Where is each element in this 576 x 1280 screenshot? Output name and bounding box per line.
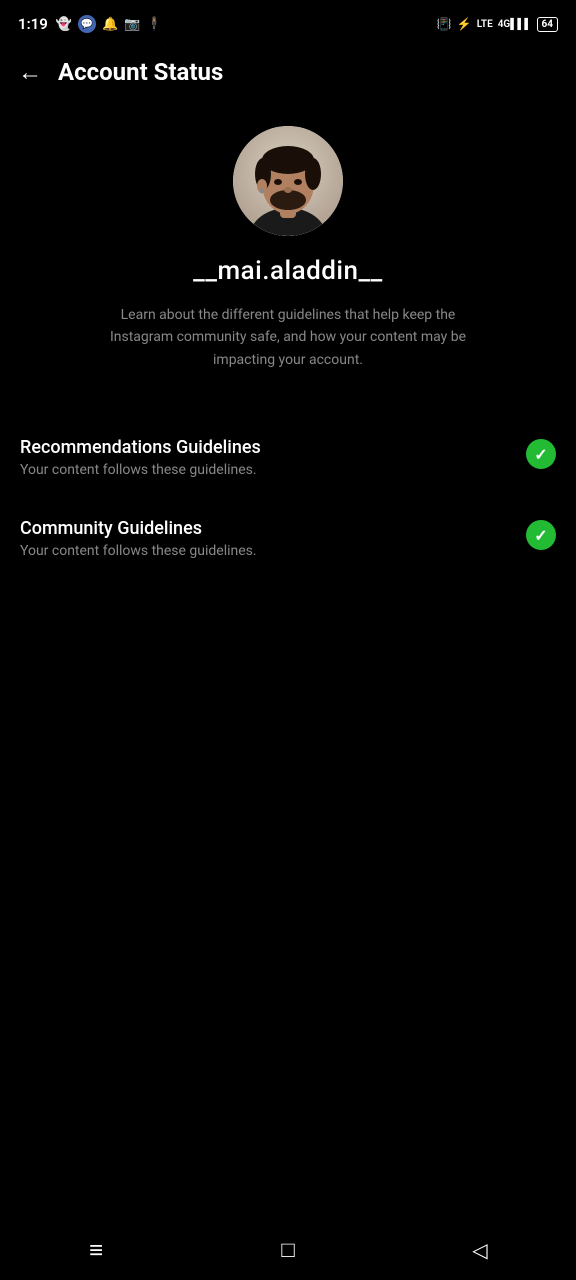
status-bar-left: 1:19 👻 💬 🔔 📷 🕴: [18, 15, 163, 33]
signal-icon: 4G▌▌▌: [498, 19, 532, 30]
status-icons-right: 📳 ⚡ LTE 4G▌▌▌ 64: [437, 17, 558, 32]
person-icon: 🕴: [146, 17, 162, 32]
avatar-image: [233, 126, 343, 236]
status-bar: 1:19 👻 💬 🔔 📷 🕴 📳 ⚡ LTE 4G▌▌▌ 64: [0, 0, 576, 44]
back-button[interactable]: ←: [18, 60, 42, 84]
recommendations-status-icon: [526, 439, 556, 469]
community-subtitle: Your content follows these guidelines.: [20, 543, 510, 559]
recommendations-text: Recommendations Guidelines Your content …: [20, 437, 510, 478]
guidelines-section: Recommendations Guidelines Your content …: [0, 391, 576, 595]
username: __mai.aladdin__: [193, 256, 383, 286]
page-header: ← Account Status: [0, 44, 576, 96]
bluetooth-icon: ⚡: [457, 17, 472, 31]
status-time: 1:19: [18, 15, 48, 33]
recommendations-guideline: Recommendations Guidelines Your content …: [20, 421, 556, 494]
alert-icon: 🔔: [102, 17, 118, 32]
profile-section: __mai.aladdin__ Learn about the differen…: [0, 96, 576, 391]
community-guideline: Community Guidelines Your content follow…: [20, 502, 556, 575]
status-icons-left: 👻 💬 🔔 📷 🕴: [56, 15, 163, 33]
network-icon: LTE: [477, 19, 493, 30]
page-title: Account Status: [58, 58, 223, 86]
recommendations-subtitle: Your content follows these guidelines.: [20, 462, 510, 478]
community-title: Community Guidelines: [20, 518, 510, 539]
vibrate-icon: 📳: [437, 17, 452, 31]
nav-home-button[interactable]: [258, 1230, 318, 1270]
battery-icon: 64: [537, 17, 558, 32]
community-status-icon: [526, 520, 556, 550]
profile-description: Learn about the different guidelines tha…: [78, 304, 498, 371]
snapchat-icon: 👻: [56, 17, 72, 32]
nav-menu-button[interactable]: [66, 1230, 126, 1270]
nav-back-button[interactable]: [450, 1230, 510, 1270]
navigation-bar: [0, 1220, 576, 1280]
avatar: [233, 126, 343, 236]
community-text: Community Guidelines Your content follow…: [20, 518, 510, 559]
recommendations-title: Recommendations Guidelines: [20, 437, 510, 458]
messenger-icon: 💬: [78, 15, 96, 33]
instagram-icon: 📷: [124, 17, 140, 32]
